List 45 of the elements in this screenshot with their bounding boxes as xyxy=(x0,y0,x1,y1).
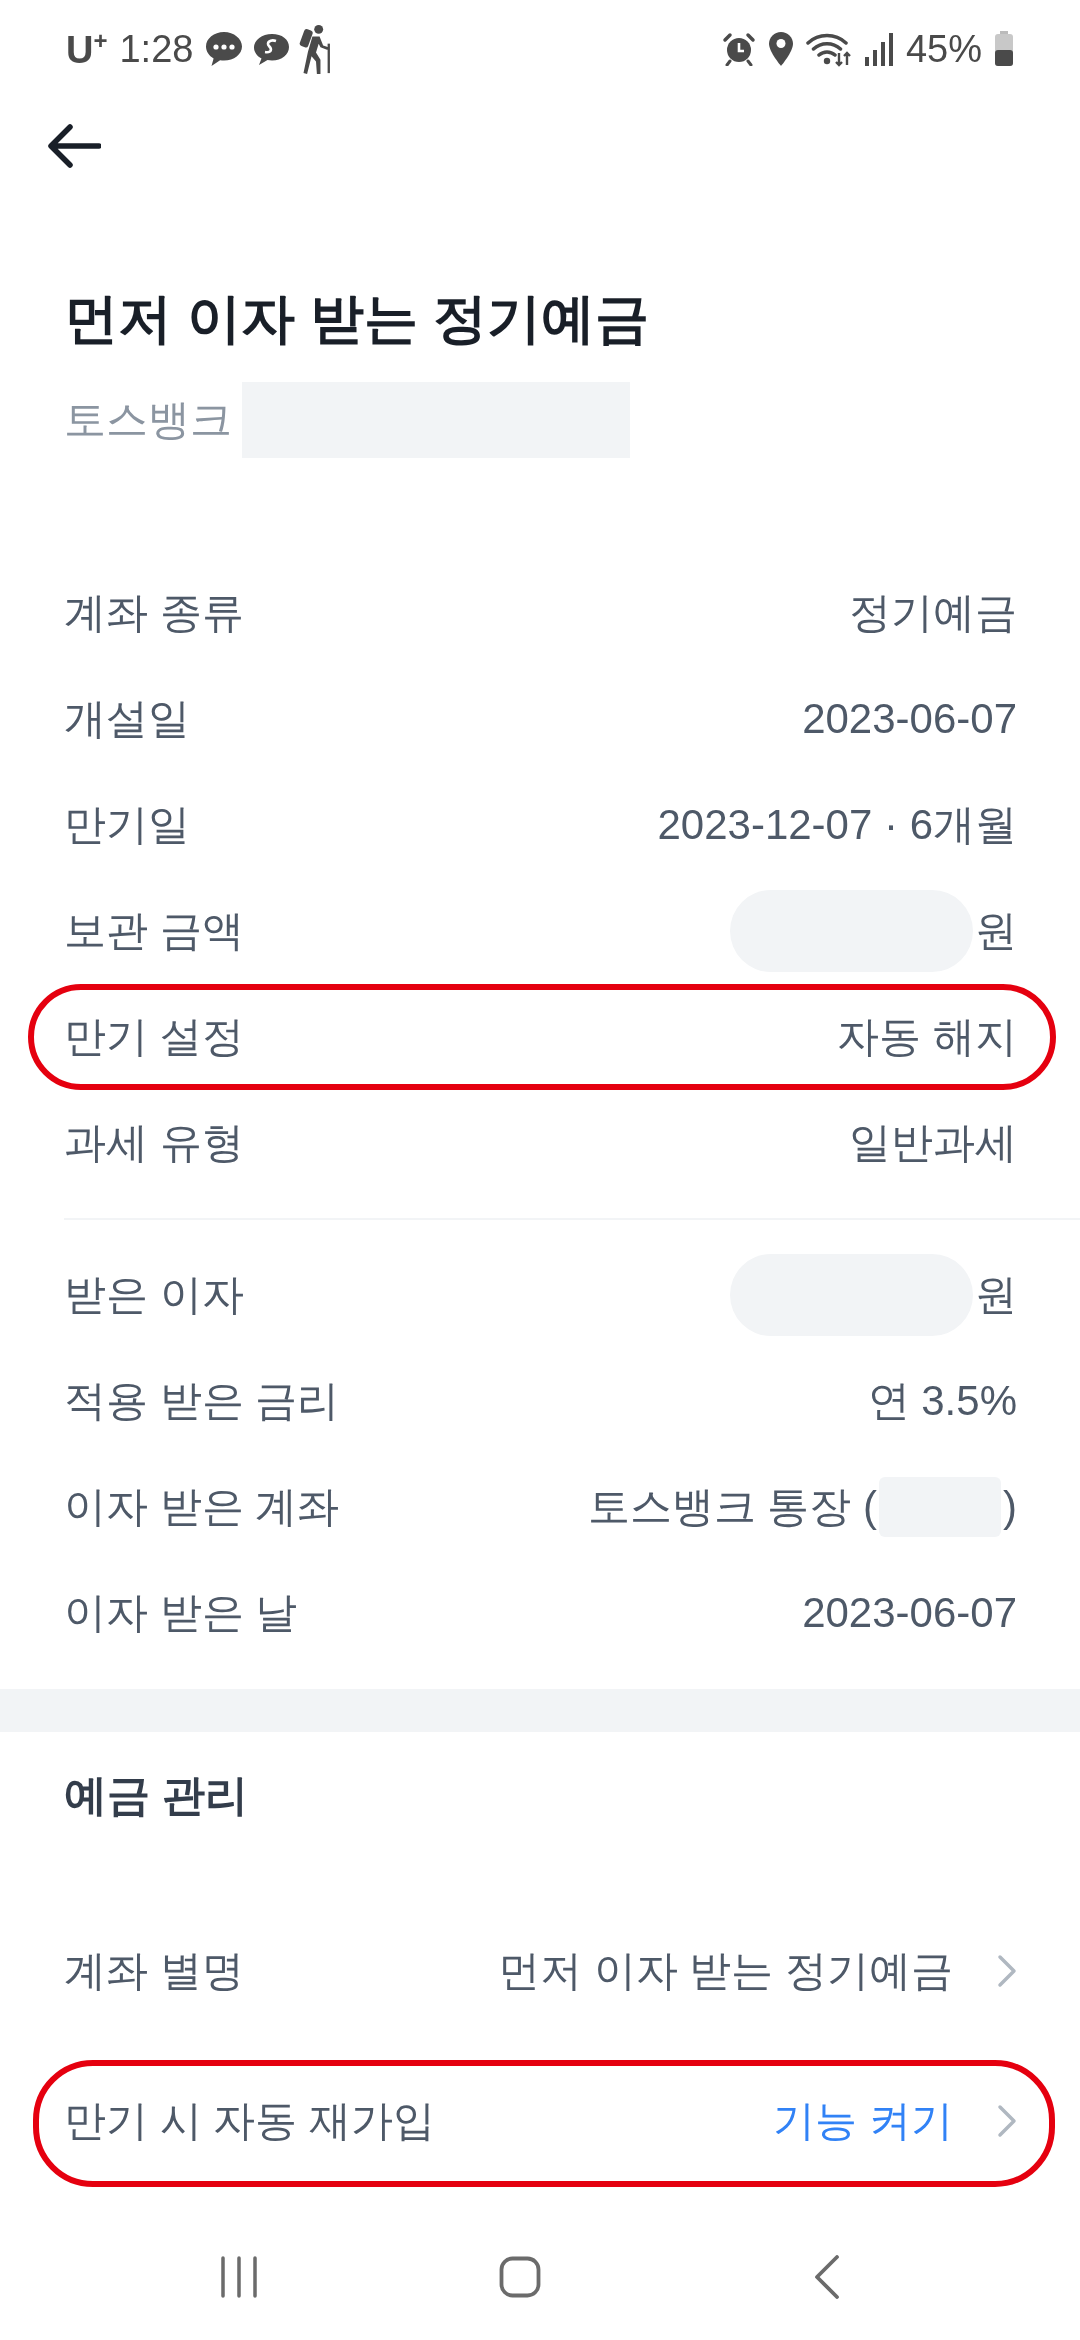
recent-apps-icon[interactable] xyxy=(219,2256,259,2298)
home-icon[interactable] xyxy=(499,2256,541,2298)
setting-label: 계좌 별명 xyxy=(64,1946,244,1996)
detail-value: 2023-06-07 xyxy=(802,695,1017,743)
speech-bubble-icon xyxy=(252,32,291,66)
clock-time: 1:28 xyxy=(119,27,194,71)
chat-bubble-icon xyxy=(205,31,244,67)
carrier-label: U$^{+}$ xyxy=(66,26,108,72)
bank-name: 토스뱅크 xyxy=(64,395,232,445)
location-pin-icon xyxy=(767,31,794,67)
back-button[interactable] xyxy=(46,122,102,170)
detail-value: 2023-12-07 · 6개월 xyxy=(657,800,1017,850)
setting-value-button[interactable]: 먼저 이자 받는 정기예금 xyxy=(498,1943,1017,1999)
detail-label: 받은 이자 xyxy=(64,1270,244,1320)
back-arrow-icon xyxy=(47,124,101,168)
detail-label: 이자 받은 날 xyxy=(64,1588,298,1638)
wifi-icon xyxy=(805,31,852,67)
detail-label: 적용 받은 금리 xyxy=(64,1376,340,1426)
battery-percent: 45% xyxy=(905,27,982,71)
currency-unit: 원 xyxy=(975,1270,1017,1320)
back-icon[interactable] xyxy=(814,2255,840,2299)
detail-label: 과세 유형 xyxy=(64,1118,244,1168)
detail-value: 일반과세 xyxy=(849,1118,1017,1168)
detail-value: 자동 해지 xyxy=(837,1012,1017,1062)
detail-value: 연 3.5% xyxy=(867,1376,1017,1426)
closing-parenthesis: ) xyxy=(1003,1483,1017,1531)
chevron-right-icon xyxy=(997,2104,1017,2138)
detail-label: 만기일 xyxy=(64,800,190,850)
signal-icon xyxy=(863,32,894,66)
setting-label: 만기 시 자동 재가입 xyxy=(64,2096,435,2146)
setting-value-button[interactable]: 기능 켜기 xyxy=(773,2093,1017,2149)
battery-icon xyxy=(994,31,1014,67)
alarm-clock-icon xyxy=(721,32,756,66)
section-heading: 예금 관리 xyxy=(64,1770,248,1821)
detail-label: 계좌 종류 xyxy=(64,588,244,638)
detail-value: 정기예금 xyxy=(849,588,1017,638)
product-title: 먼저 이자 받는 정기예금 xyxy=(64,287,649,350)
detail-label: 보관 금액 xyxy=(64,906,244,956)
currency-unit: 원 xyxy=(975,906,1017,956)
detail-value: 토스뱅크 통장 ( xyxy=(587,1482,877,1532)
detail-label: 이자 받은 계좌 xyxy=(64,1482,340,1532)
detail-label: 만기 설정 xyxy=(64,1012,244,1062)
detail-value: 2023-06-07 xyxy=(802,1589,1017,1637)
detail-label: 개설일 xyxy=(64,694,190,744)
chevron-right-icon xyxy=(997,1954,1017,1988)
